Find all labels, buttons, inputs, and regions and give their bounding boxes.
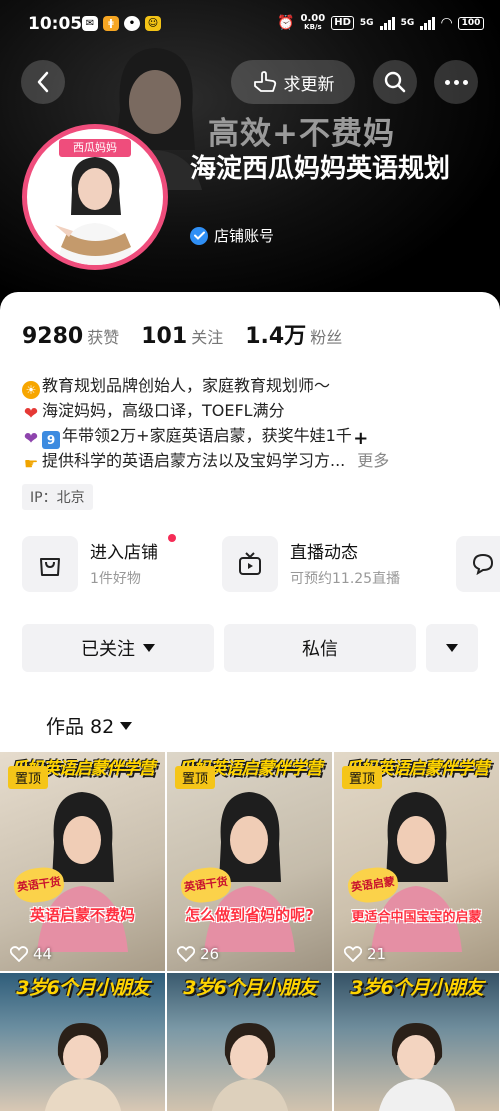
live-card[interactable]	[222, 536, 278, 592]
system-icons: ⏰ 0.00 KB/s HD 5G 5G ◠ 100	[277, 14, 484, 32]
avatar-portrait	[55, 157, 135, 265]
live-title[interactable]: 直播动态	[290, 538, 358, 563]
more-button[interactable]	[434, 60, 478, 104]
status-time: 10:05	[28, 14, 83, 34]
signal-5g-label-1: 5G	[359, 18, 374, 28]
status-bar: 10:05 ✉ ǂ • ☺ ⏰ 0.00 KB/s HD 5G 5G ◠ 100	[0, 0, 500, 52]
sun-icon: ☀	[22, 381, 40, 399]
followed-label: 已关注	[81, 639, 135, 660]
back-button[interactable]	[21, 60, 65, 104]
caret-down-icon	[120, 721, 133, 730]
message-icon: •	[124, 16, 140, 31]
video-grid: 瓜妈英语启蒙伴学营 置顶 英语干货 英语启蒙不费妈 44 瓜妈英语启蒙伴学营 置…	[0, 752, 500, 1111]
live-sub: 可预约11.25直播	[290, 571, 401, 587]
profile-header: 高效+不费妈 10:05 ✉ ǂ • ☺ ⏰ 0.00 KB/s HD 5G 5…	[0, 0, 500, 310]
tv-icon	[239, 552, 261, 575]
bio-line: ❤ 9 年带领2万+家庭英语启蒙，获奖牛娃1千+	[23, 425, 369, 449]
ip-location: IP：北京	[22, 484, 93, 510]
bio[interactable]: ☀ 教育规划品牌创始人，家庭教育规划师～ ❤ 海淀妈妈，高级口译，TOEFL满分 ❤…	[22, 374, 482, 473]
plus-icon: +	[353, 427, 369, 449]
purple-heart-icon: ❤	[23, 428, 39, 449]
likes-stat[interactable]: 9280 获赞	[22, 324, 119, 349]
shop-title[interactable]: 进入店铺	[90, 538, 158, 563]
video-thumb[interactable]: 3岁6个月小朋友	[167, 973, 332, 1111]
fans-stat[interactable]: 1.4万 粉丝	[245, 318, 342, 350]
followed-button[interactable]: 已关注	[22, 624, 214, 672]
signal-icon	[379, 16, 395, 30]
video-likes: 21	[344, 945, 386, 963]
pinned-badge: 置顶	[8, 766, 49, 789]
notification-icons: ✉ ǂ • ☺	[82, 16, 161, 31]
group-chat-card[interactable]	[456, 536, 500, 592]
signal-icon-2	[420, 16, 436, 30]
alarm-icon: ⏰	[277, 15, 295, 31]
video-banner: 3岁6个月小朋友	[16, 977, 149, 999]
video-thumb[interactable]: 瓜妈英语启蒙伴学营 置顶 英语干货 英语启蒙不费妈 44	[0, 752, 165, 971]
profile-stats: 9280 获赞 101 关注 1.4万 粉丝	[22, 318, 342, 350]
hand-pointer-icon	[253, 71, 276, 92]
search-button[interactable]	[373, 60, 417, 104]
network-speed: 0.00 KB/s	[300, 13, 326, 32]
new-dot	[168, 534, 176, 542]
video-thumb[interactable]: 3岁6个月小朋友	[0, 973, 165, 1111]
video-likes: 44	[10, 945, 52, 963]
request-update-label: 求更新	[283, 74, 335, 95]
caret-down-icon	[143, 644, 155, 652]
pinned-badge: 置顶	[342, 766, 383, 789]
bio-line: ☛ 提供科学的英语启蒙方法以及宝妈学习方... 更多	[23, 450, 390, 473]
video-banner: 3岁6个月小朋友	[183, 977, 316, 999]
back-icon	[37, 71, 49, 93]
mail-icon: ✉	[82, 16, 98, 31]
avatar[interactable]: 西瓜妈妈	[22, 124, 168, 270]
request-update-button[interactable]: 求更新	[231, 60, 355, 104]
video-thumb[interactable]: 瓜妈英语启蒙伴学营 置顶 英语启蒙 更适合中国宝宝的启蒙 21	[334, 752, 499, 971]
video-thumb[interactable]: 瓜妈英语启蒙伴学营 置顶 英语干货 怎么做到省妈的呢? 26	[167, 752, 332, 971]
caret-down-icon	[446, 644, 458, 652]
heart-icon	[177, 946, 195, 962]
verified-icon	[190, 226, 208, 245]
pointing-hand-icon: ☛	[23, 453, 39, 473]
heart-icon	[10, 946, 28, 962]
video-banner: 3岁6个月小朋友	[350, 977, 483, 999]
thumb-child	[378, 1023, 456, 1111]
video-likes: 26	[177, 945, 219, 963]
shopping-bag-icon	[40, 558, 60, 576]
hd-icon: HD	[331, 16, 354, 30]
works-tab-label: 作品 82	[46, 716, 115, 738]
cover-slogan: 高效+不费妈	[208, 116, 395, 152]
recommend-dropdown-button[interactable]	[426, 624, 478, 672]
shop-sub: 1件好物	[90, 571, 141, 587]
video-thumb[interactable]: 3岁6个月小朋友	[334, 973, 499, 1111]
wifi-icon: ◠	[441, 15, 452, 31]
message-label: 私信	[302, 639, 338, 660]
chat-icon	[472, 553, 494, 576]
profile-panel: 9280 获赞 101 关注 1.4万 粉丝 ☀ 教育规划品牌创始人，家庭教育规划师～ …	[0, 292, 500, 752]
bio-more-link[interactable]: 更多	[357, 451, 389, 470]
signal-5g-label-2: 5G	[400, 18, 415, 28]
pinned-badge: 置顶	[175, 766, 216, 789]
video-caption: 英语启蒙不费妈	[29, 906, 135, 924]
message-button[interactable]: 私信	[224, 624, 416, 672]
search-icon	[384, 71, 406, 93]
more-icon	[444, 79, 450, 85]
profile-name: 海淀西瓜妈妈英语规划	[190, 154, 451, 184]
tab-works[interactable]: 作品 82	[46, 712, 133, 739]
app-icon: ǂ	[103, 16, 119, 31]
heart-emoji-icon: ❤	[23, 404, 39, 424]
game-icon: ☺	[145, 16, 161, 31]
number-badge-icon: 9	[42, 430, 60, 449]
battery-icon: 100	[458, 16, 484, 30]
bio-line: ❤ 海淀妈妈，高级口译，TOEFL满分	[23, 401, 285, 424]
video-caption: 怎么做到省妈的呢?	[185, 906, 314, 924]
shop-card[interactable]	[22, 536, 78, 592]
heart-icon	[344, 946, 362, 962]
thumb-child	[211, 1023, 289, 1111]
account-type-label: 店铺账号	[214, 227, 275, 245]
video-caption: 更适合中国宝宝的启蒙	[351, 910, 482, 925]
bio-line: ☀ 教育规划品牌创始人，家庭教育规划师～	[22, 374, 482, 399]
thumb-child	[44, 1023, 122, 1111]
following-stat[interactable]: 101 关注	[141, 324, 223, 349]
shortcut-row: 进入店铺 1件好物 直播动态 可预约11.25直播	[22, 534, 500, 596]
account-type-badge: 店铺账号	[190, 225, 274, 246]
